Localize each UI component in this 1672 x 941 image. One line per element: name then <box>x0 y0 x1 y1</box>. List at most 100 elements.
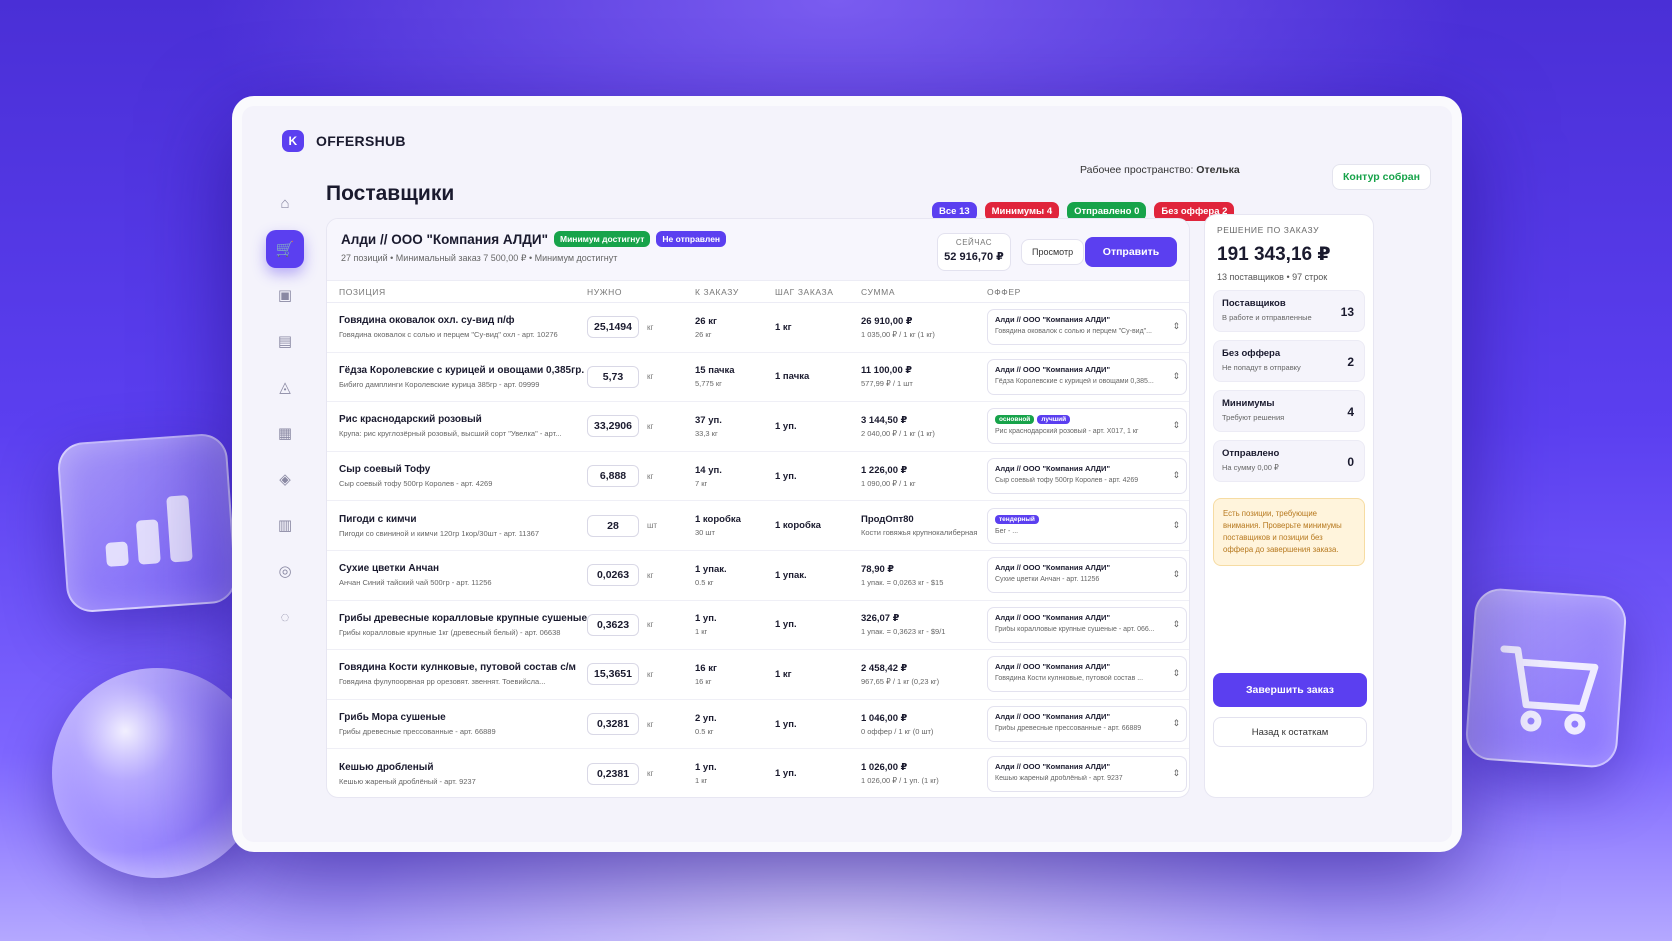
step-cell: 1 уп. <box>775 421 861 432</box>
table-row[interactable]: Сыр соевый Тофу Сыр соевый тофу 500гр Ко… <box>327 452 1189 502</box>
offer-select[interactable]: Алди // ООО "Компания АЛДИ" Грибы древес… <box>987 706 1187 743</box>
chevron-updown-icon: ⇕ <box>1172 370 1180 381</box>
need-qty-input[interactable]: 0,0263 <box>587 564 639 587</box>
send-button[interactable]: Отправить <box>1085 237 1177 267</box>
table-row[interactable]: Грибы древесные коралловые крупные сушен… <box>327 601 1189 651</box>
position-name: Гёдза Королевские с курицей и овощами 0,… <box>339 364 585 376</box>
order-qty: 2 уп. <box>695 712 717 724</box>
step-cell: 1 уп. <box>775 719 861 730</box>
stat-suppliers[interactable]: Поставщиков В работе и отправленные 13 <box>1213 290 1365 332</box>
position-cell: Пигоди с кимчи Пигоди со свининой и кимч… <box>339 514 587 538</box>
offer-product: Кешью жареный дроблёный - арт. 9237 <box>995 774 1123 782</box>
nav-support-icon[interactable]: ◌ <box>266 598 304 636</box>
nav-box-icon[interactable]: ▣ <box>266 276 304 314</box>
col-order: К ЗАКАЗУ <box>695 286 739 297</box>
col-need: НУЖНО <box>587 286 623 297</box>
need-qty-input[interactable]: 0,3281 <box>587 713 639 736</box>
nav-cart-icon[interactable]: 🛒 <box>266 230 304 268</box>
stat-value: 2 <box>1347 355 1354 369</box>
position-name: Говядина Кости кулнковые, путовой состав… <box>339 662 576 674</box>
order-cell: 1 уп. 1 кг <box>695 613 775 636</box>
sum-value: 26 910,00 ₽ <box>861 315 913 327</box>
need-qty-input[interactable]: 0,3623 <box>587 613 639 636</box>
min-reached-badge: Минимум достигнут <box>554 231 651 247</box>
order-cell: 14 уп. 7 кг <box>695 465 775 488</box>
current-sum-box: СЕЙЧАС 52 916,70 ₽ <box>937 233 1011 271</box>
nav-truck-icon[interactable]: ▤ <box>266 322 304 360</box>
workspace-indicator[interactable]: Рабочее пространство: Отелька <box>1080 164 1240 176</box>
current-sum-value: 52 916,70 ₽ <box>944 251 1004 263</box>
position-desc: Говядина фулупоорвная рр орезовят. звенн… <box>339 677 546 687</box>
offer-select[interactable]: Алди // ООО "Компания АЛДИ" Грибы коралл… <box>987 606 1187 643</box>
nav-users-icon[interactable]: ◈ <box>266 460 304 498</box>
table-row[interactable]: Говядина оковалок охл. су-вид п/ф Говяди… <box>327 303 1189 353</box>
sum-sub: 967,65 ₽ / 1 кг (0,23 кг) <box>861 676 940 686</box>
position-desc: Сыр соевый тофу 500гр Королев - арт. 426… <box>339 479 493 489</box>
sum-cell: 1 226,00 ₽ 1 090,00 ₽ / 1 кг <box>861 465 987 488</box>
sum-sub: 2 040,00 ₽ / 1 кг (1 кг) <box>861 428 935 438</box>
table-row[interactable]: Говядина Кости кулнковые, путовой состав… <box>327 650 1189 700</box>
back-to-stock-button[interactable]: Назад к остаткам <box>1213 717 1367 747</box>
need-qty-input[interactable]: 15,3651 <box>587 663 639 686</box>
offer-tag: лучший <box>1037 415 1071 425</box>
nav-settings-icon[interactable]: ◎ <box>266 552 304 590</box>
offer-select[interactable]: Алди // ООО "Компания АЛДИ" Сухие цветки… <box>987 557 1187 594</box>
order-qty: 26 кг <box>695 315 717 327</box>
workspace-name: Отелька <box>1196 164 1240 176</box>
need-unit: кг <box>647 769 654 779</box>
nav-bell-icon[interactable]: ◬ <box>266 368 304 406</box>
step-cell: 1 уп. <box>775 768 861 779</box>
offer-supplier-name: Алди // ООО "Компания АЛДИ" <box>995 315 1110 325</box>
need-qty-input[interactable]: 0,2381 <box>587 762 639 785</box>
order-sub: 0.5 кг <box>695 726 714 736</box>
nav-store-icon[interactable]: ⌂ <box>266 184 304 222</box>
offer-select[interactable]: Алди // ООО "Компания АЛДИ" Сыр соевый т… <box>987 458 1187 495</box>
offer-select[interactable]: Алди // ООО "Компания АЛДИ" Говядина око… <box>987 309 1187 346</box>
offer-select[interactable]: Алди // ООО "Компания АЛДИ" Гёдза Короле… <box>987 358 1187 395</box>
table-row[interactable]: Пигоди с кимчи Пигоди со свининой и кимч… <box>327 501 1189 551</box>
order-step: 1 уп. <box>775 768 797 780</box>
sidebar-nav: ⌂ 🛒 ▣ ▤ ◬ ▦ ◈ ▥ ◎ ◌ <box>266 184 306 636</box>
stat-no-offer[interactable]: Без оффера Не попадут в отправку 2 <box>1213 340 1365 382</box>
order-sub: 30 шт <box>695 528 715 538</box>
app-window: K OFFERSHUB ⌂ 🛒 ▣ ▤ ◬ ▦ ◈ ▥ ◎ ◌ Рабочее … <box>232 96 1462 852</box>
need-unit: кг <box>647 570 654 580</box>
brand[interactable]: K OFFERSHUB <box>282 130 406 152</box>
nav-report-icon[interactable]: ▦ <box>266 414 304 452</box>
need-qty-input[interactable]: 33,2906 <box>587 415 639 438</box>
order-sub: 7 кг <box>695 478 708 488</box>
offer-supplier: Алди // ООО "Компания АЛДИ" <box>995 563 1168 572</box>
sum-sub: 0 оффер / 1 кг (0 шт) <box>861 726 934 736</box>
table-row[interactable]: Грибь Мора сушеные Грибы древесные пресс… <box>327 700 1189 750</box>
table-row[interactable]: Гёдза Королевские с курицей и овощами 0,… <box>327 353 1189 403</box>
need-cell: 0,2381 кг <box>587 762 695 785</box>
contour-status-badge[interactable]: Контур собран <box>1332 164 1431 190</box>
need-qty-input[interactable]: 6,888 <box>587 465 639 488</box>
offer-select[interactable]: Алди // ООО "Компания АЛДИ" Говядина Кос… <box>987 656 1187 693</box>
offer-select[interactable]: Алди // ООО "Компания АЛДИ" Кешью жарены… <box>987 755 1187 792</box>
table-row[interactable]: Сухие цветки Анчан Анчан Синий тайский ч… <box>327 551 1189 601</box>
offer-select[interactable]: основной лучший Рис краснодарский розовый… <box>987 408 1187 445</box>
position-desc: Грибы коралловые крупные 1кг (древесный … <box>339 627 561 637</box>
nav-book-icon[interactable]: ▥ <box>266 506 304 544</box>
glass-chart-tile <box>56 432 238 614</box>
stat-sent[interactable]: Отправлено На сумму 0,00 ₽ 0 <box>1213 440 1365 482</box>
table-row[interactable]: Кешью дробленый Кешью жареный дроблёный … <box>327 749 1189 797</box>
stat-minimums[interactable]: Минимумы Требуют решения 4 <box>1213 390 1365 432</box>
offer-select[interactable]: тендерный Бег - ... ⇕ <box>987 507 1187 544</box>
need-qty-input[interactable]: 25,1494 <box>587 316 639 339</box>
sum-sub: 1 035,00 ₽ / 1 кг (1 кг) <box>861 329 935 339</box>
table-row[interactable]: Рис краснодарский розовый Крупа: рис кру… <box>327 402 1189 452</box>
offer-product: Бег - ... <box>995 527 1019 535</box>
offer-supplier: Алди // ООО "Компания АЛДИ" <box>995 365 1168 374</box>
need-qty-input[interactable]: 28 <box>587 514 639 537</box>
preview-button[interactable]: Просмотр <box>1021 239 1085 265</box>
position-cell: Рис краснодарский розовый Крупа: рис кру… <box>339 414 587 438</box>
finish-order-button[interactable]: Завершить заказ <box>1213 673 1367 707</box>
chevron-updown-icon: ⇕ <box>1172 767 1180 778</box>
position-cell: Кешью дробленый Кешью жареный дроблёный … <box>339 762 587 786</box>
sum-sub: Кости говяжья крупнокалиберная <box>861 528 978 538</box>
position-name: Грибы древесные коралловые крупные сушен… <box>339 612 587 624</box>
chevron-updown-icon: ⇕ <box>1172 718 1180 729</box>
need-qty-input[interactable]: 5,73 <box>587 365 639 388</box>
